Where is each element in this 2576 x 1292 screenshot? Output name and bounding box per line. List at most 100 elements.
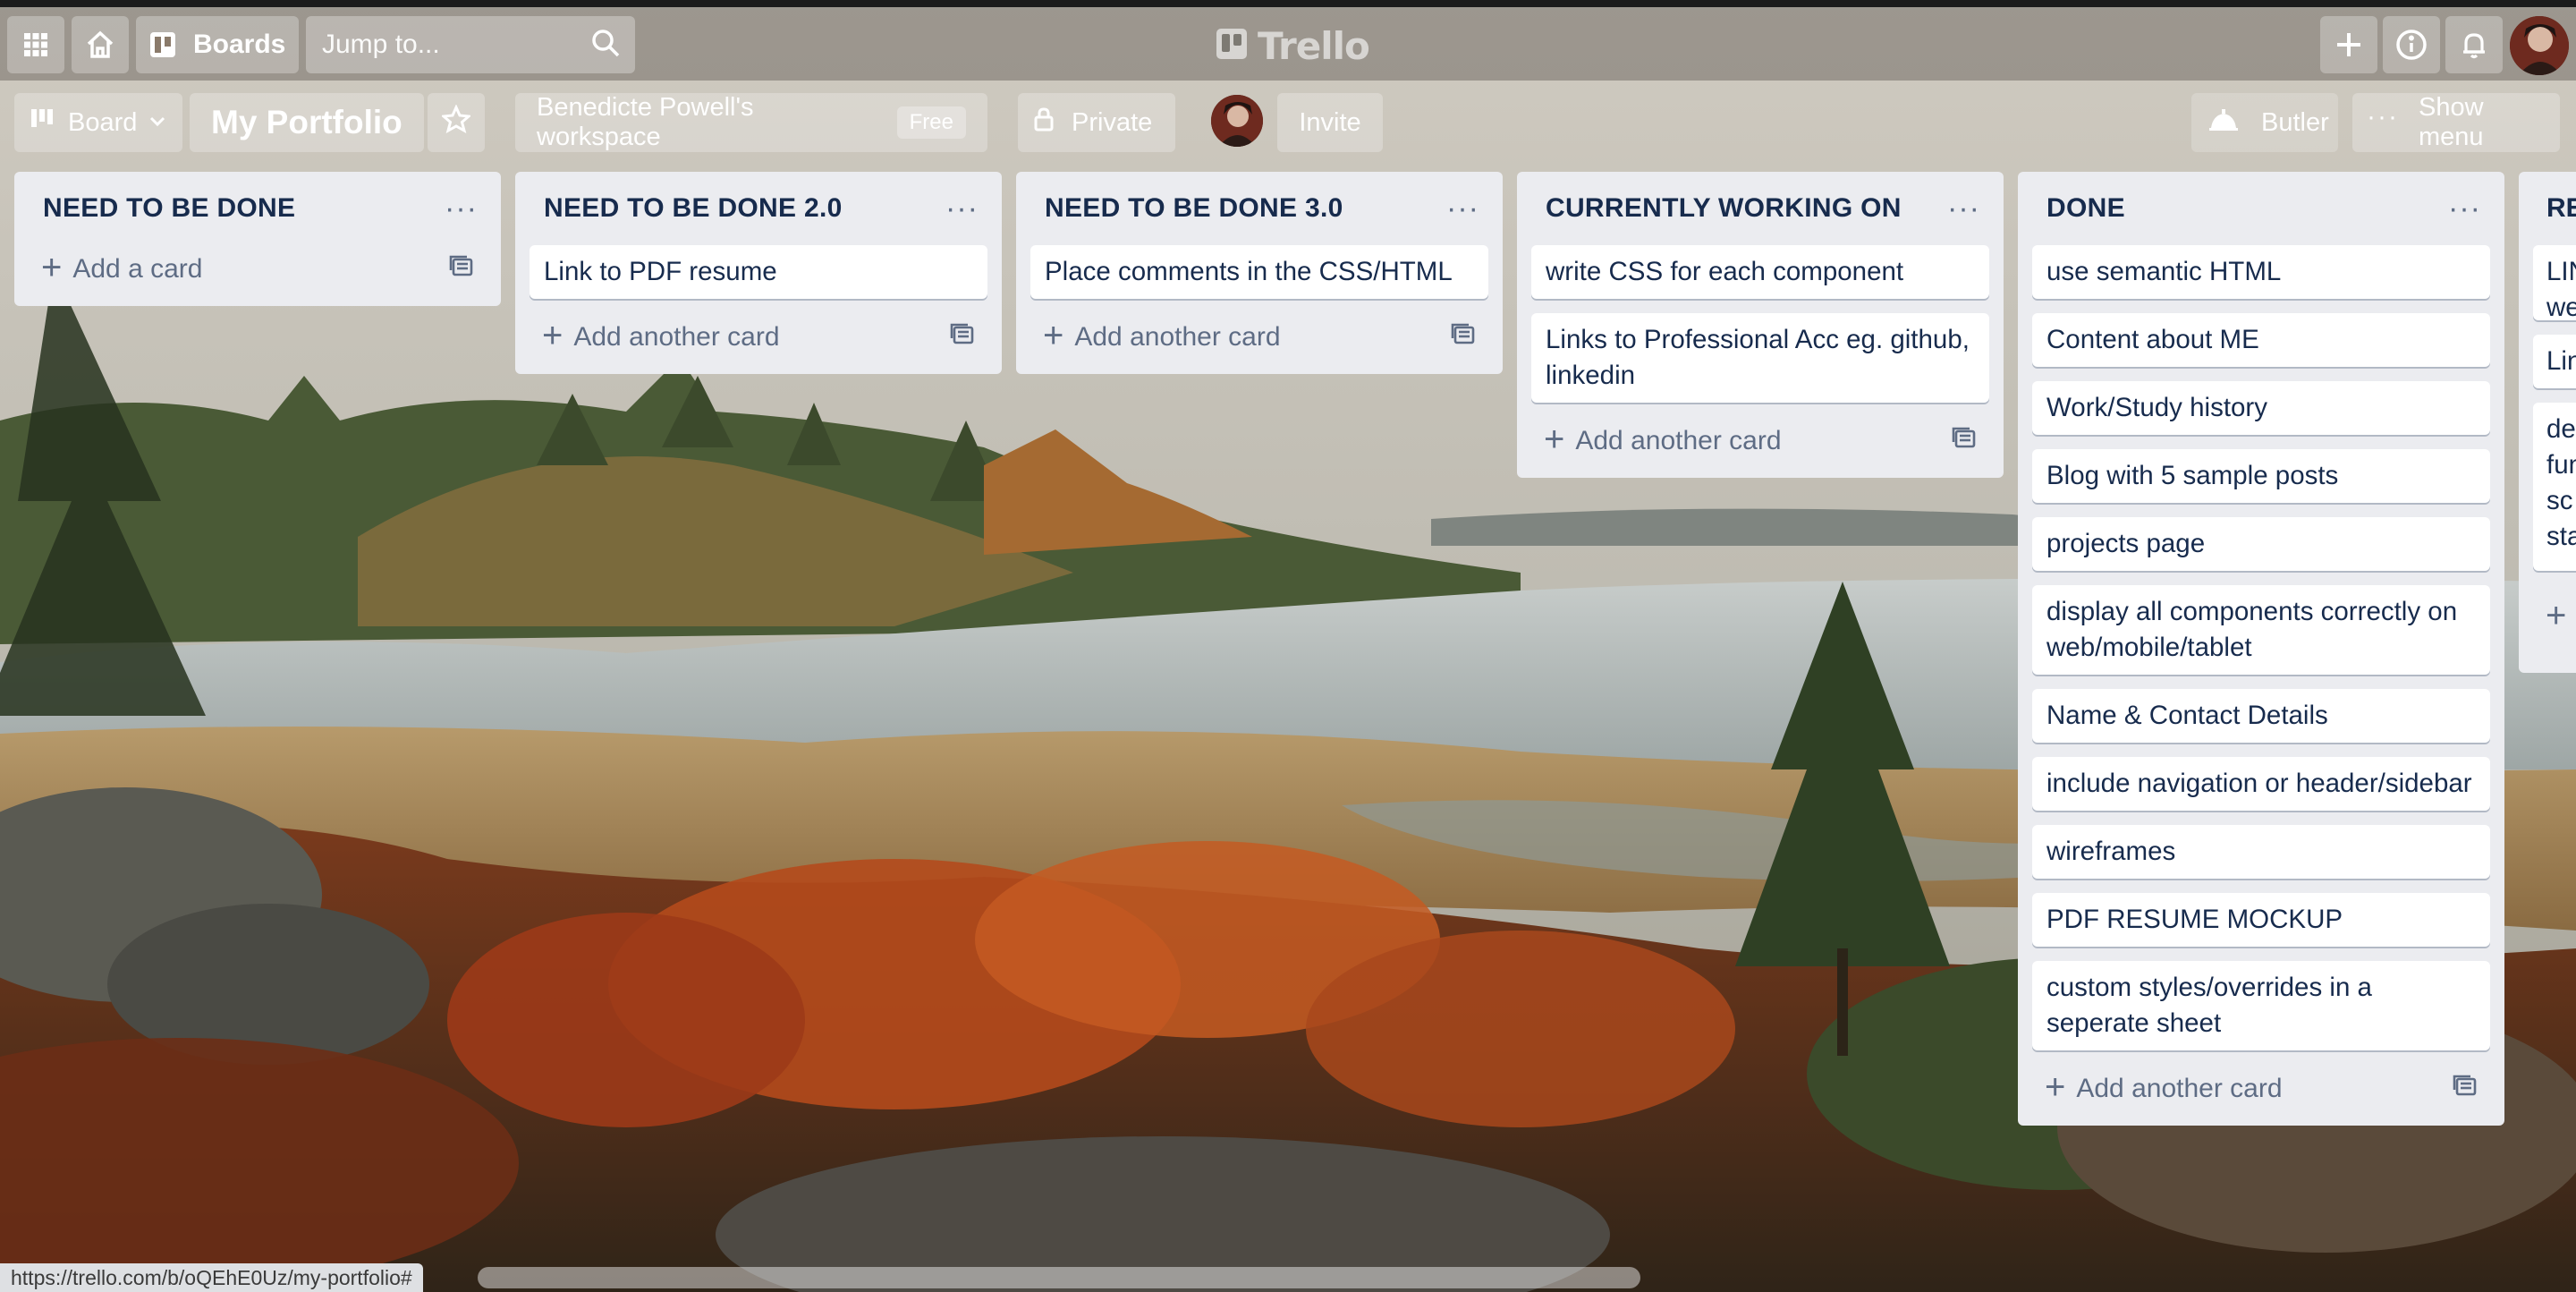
apps-menu-button[interactable] [7,16,64,73]
list-partial[interactable]: RE LIN we Lin de fun sc sta + [2519,172,2576,673]
card-text: we [2546,293,2576,320]
list[interactable]: NEED TO BE DONE 3.0 ··· Place comments in … [1016,172,1503,374]
list-title[interactable]: NEED TO BE DONE 2.0 [544,193,843,224]
card-text: sta [2546,522,2576,551]
create-from-template-icon[interactable] [1451,322,1476,353]
list[interactable]: DONE ··· use semantic HTML Content about ME… [2018,172,2504,1126]
board-title[interactable]: My Portfolio [190,93,424,152]
apps-grid-icon [22,31,49,58]
list-card[interactable]: projects page [2032,517,2490,571]
privacy-label: Private [1072,107,1153,137]
plus-icon: + [2045,1067,2066,1107]
butler-button[interactable]: Butler [2191,93,2338,152]
create-from-template-icon[interactable] [1952,426,1977,456]
workspace-plan-badge: Free [896,106,966,139]
invite-label: Invite [1299,107,1361,137]
create-from-template-icon[interactable] [950,322,975,353]
card-text: Lin [2546,346,2576,376]
card-text: LIN [2546,257,2576,286]
list-actions-icon[interactable]: ··· [1947,193,1980,224]
create-from-template-icon[interactable] [449,254,474,285]
boards-label: Boards [193,30,286,59]
status-url: https://trello.com/b/oQEhE0Uz/my-portfol… [0,1263,423,1292]
list-card[interactable]: LIN we [2533,245,2576,320]
list-card[interactable]: display all components correctly on web/… [2032,585,2490,675]
list-header[interactable]: CURRENTLY WORKING ON ··· [1531,172,1989,245]
list-card[interactable]: Name & Contact Details [2032,689,2490,743]
information-button[interactable] [2383,16,2440,73]
add-card-button[interactable]: + Add another card [1544,421,1782,457]
add-card-row: + Add another card [2032,1058,2490,1120]
search-input[interactable] [320,29,574,61]
list-card[interactable]: Content about ME [2032,313,2490,367]
workspace-button[interactable]: Benedicte Powell's workspace Free [515,93,987,152]
list[interactable]: NEED TO BE DONE ··· + Add a card [14,172,501,306]
list-header[interactable]: NEED TO BE DONE 2.0 ··· [530,172,987,245]
list-card[interactable]: de fun sc sta [2533,403,2576,571]
lock-icon [1034,106,1054,139]
list-title[interactable]: DONE [2046,193,2125,224]
list-card[interactable]: Work/Study history [2032,381,2490,435]
list-header[interactable]: NEED TO BE DONE 3.0 ··· [1030,172,1488,245]
list[interactable]: NEED TO BE DONE 2.0 ··· Link to PDF resume… [515,172,1002,374]
search-icon [590,28,621,63]
boards-button[interactable]: Boards [136,16,299,73]
butler-label: Butler [2261,107,2329,137]
list-card[interactable]: write CSS for each component [1531,245,1989,299]
invite-button[interactable]: Invite [1277,93,1383,152]
chevron-down-icon [148,108,167,138]
list-card[interactable]: custom styles/overrides in a seperate sh… [2032,961,2490,1050]
plus-icon: + [542,316,564,355]
search-box[interactable] [306,16,635,73]
list-title[interactable]: NEED TO BE DONE 3.0 [1045,193,1343,224]
plus-icon: + [1544,420,1565,459]
horizontal-scrollbar[interactable] [478,1267,1640,1288]
list-card[interactable]: use semantic HTML [2032,245,2490,299]
star-board-button[interactable] [428,93,485,152]
add-card-label: Add a card [72,254,203,284]
add-card-button[interactable]: + Add another card [1043,318,1281,353]
add-card-button[interactable]: + Add another card [2045,1069,2283,1105]
boards-icon [148,30,177,59]
card-text: de [2546,414,2576,444]
list-actions-icon[interactable]: ··· [945,193,979,224]
board-member-avatar[interactable] [1211,95,1263,147]
list-actions-icon[interactable]: ··· [1446,193,1479,224]
add-card-row: + Add another card [530,306,987,369]
add-card-row: + Add a card [29,238,487,301]
board-visibility-button[interactable]: Private [1018,93,1175,152]
list-card[interactable]: Link to PDF resume [530,245,987,299]
list-card[interactable]: wireframes [2032,825,2490,879]
star-icon [440,104,472,140]
list-actions-icon[interactable]: ··· [2448,193,2481,224]
show-menu-label: Show menu [2418,93,2484,151]
list[interactable]: CURRENTLY WORKING ON ··· write CSS for eac… [1517,172,2004,478]
list-header[interactable]: NEED TO BE DONE ··· [29,172,487,245]
card-text: fun [2546,450,2576,480]
create-from-template-icon[interactable] [2453,1074,2478,1104]
list-card[interactable]: Blog with 5 sample posts [2032,449,2490,503]
board-view-switcher[interactable]: Board [14,93,182,152]
add-card-button[interactable]: + Add a card [41,248,203,287]
show-menu-button[interactable]: ··· Show menu [2352,93,2560,152]
list-title[interactable]: NEED TO BE DONE [43,193,295,224]
list-actions-icon[interactable]: ··· [445,193,478,224]
member-avatar[interactable] [2510,16,2569,75]
list-card[interactable]: Links to Professional Acc eg. github, li… [1531,313,1989,403]
plus-icon[interactable]: + [2546,596,2566,636]
notifications-button[interactable] [2445,16,2503,73]
list-card[interactable]: PDF RESUME MOCKUP [2032,893,2490,947]
create-button[interactable] [2320,16,2377,73]
info-icon [2395,29,2428,61]
list-title[interactable]: CURRENTLY WORKING ON [1546,193,1902,224]
list-card[interactable]: include navigation or header/sidebar [2032,757,2490,811]
add-card-button[interactable]: + Add another card [542,316,780,355]
trello-logo[interactable]: Trello [1216,23,1370,68]
list-title: RE [2546,193,2576,223]
list-card[interactable]: Lin [2533,335,2576,388]
plus-icon: + [41,248,63,287]
list-card[interactable]: Place comments in the CSS/HTML [1030,245,1488,299]
list-header[interactable]: DONE ··· [2032,172,2490,245]
home-button[interactable] [72,16,129,73]
add-card-label: Add another card [1074,322,1281,352]
